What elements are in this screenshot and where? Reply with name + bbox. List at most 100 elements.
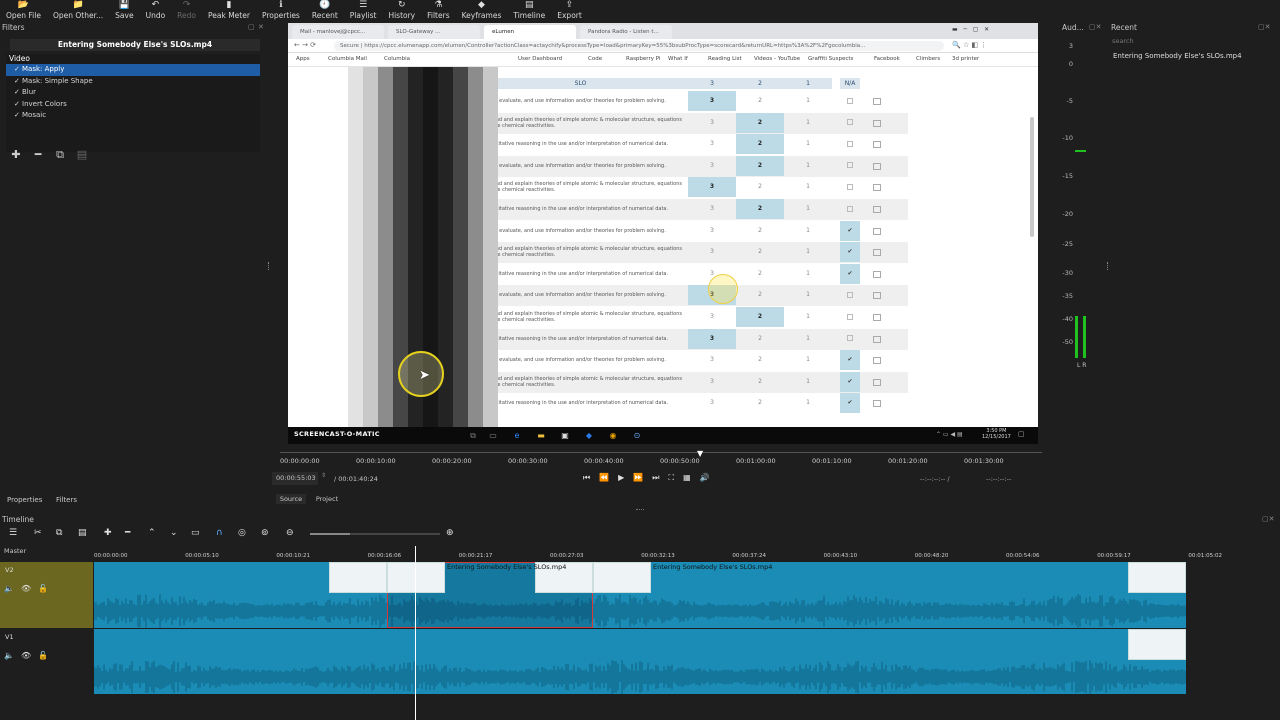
note-icon[interactable]: [873, 249, 881, 257]
score-cell-2[interactable]: 2: [736, 134, 784, 155]
float-panel-icon[interactable]: ▢: [248, 23, 255, 31]
na-checkbox[interactable]: [840, 329, 860, 349]
checkbox-icon[interactable]: [847, 119, 853, 126]
remove-filter-icon[interactable]: ━: [30, 148, 46, 162]
tab-source[interactable]: Source: [276, 494, 306, 504]
volume-icon[interactable]: 🔊: [700, 473, 719, 482]
split-icon[interactable]: ▭: [191, 528, 200, 538]
cut-icon[interactable]: ✂: [34, 528, 42, 538]
score-cell-1[interactable]: 1: [784, 177, 832, 197]
filter-item[interactable]: ✓ Invert Colors: [6, 99, 260, 111]
note-icon[interactable]: [873, 270, 881, 278]
checkbox-icon[interactable]: ✓: [14, 99, 22, 111]
checkbox-icon[interactable]: ✓: [14, 64, 22, 76]
recent-search-input[interactable]: search: [1112, 37, 1276, 47]
score-cell-2[interactable]: 2: [736, 350, 784, 370]
toolbar-button-open-other[interactable]: 📁 Open Other...: [47, 0, 109, 21]
score-cell-1[interactable]: 1: [784, 91, 832, 111]
filter-item[interactable]: ✓ Mask: Apply: [6, 64, 260, 76]
na-checked-icon[interactable]: ✔: [840, 220, 860, 241]
note-icon[interactable]: [873, 400, 881, 408]
remove-icon[interactable]: ━: [125, 528, 130, 538]
score-cell-2[interactable]: 2: [736, 91, 784, 111]
append-icon[interactable]: ✚: [104, 528, 112, 538]
lift-icon[interactable]: ⌃: [148, 528, 156, 538]
score-cell-3[interactable]: 3: [688, 177, 736, 198]
score-cell-2[interactable]: 2: [736, 177, 784, 197]
score-cell-1[interactable]: 1: [784, 156, 832, 176]
zoom-in-icon[interactable]: ⊕: [446, 528, 454, 538]
splitter-handle[interactable]: [1107, 262, 1109, 270]
checkbox-icon[interactable]: [847, 335, 853, 342]
na-checkbox[interactable]: [840, 91, 860, 111]
note-icon[interactable]: [873, 162, 881, 170]
toolbar-button-properties[interactable]: ℹ Properties: [256, 0, 306, 21]
score-cell-2[interactable]: 2: [736, 242, 784, 262]
score-cell-2[interactable]: 2: [736, 372, 784, 392]
play-icon[interactable]: ▶: [618, 473, 633, 482]
score-cell-3[interactable]: 3: [688, 134, 736, 154]
close-panel-icon[interactable]: ▢✕: [1258, 23, 1270, 31]
paste-filters-icon[interactable]: ▤: [74, 148, 90, 162]
score-cell-3[interactable]: 3: [688, 199, 736, 219]
mute-icon[interactable]: 🔈: [4, 651, 21, 660]
na-checkbox[interactable]: [840, 113, 860, 133]
note-icon[interactable]: [873, 206, 881, 213]
grid-icon[interactable]: ▦: [683, 473, 700, 482]
checkbox-icon[interactable]: ✓: [14, 87, 22, 99]
toolbar-button-keyframes[interactable]: ◆ Keyframes: [456, 0, 508, 21]
na-checkbox[interactable]: [840, 156, 860, 176]
score-cell-2[interactable]: 2: [736, 112, 784, 133]
score-cell-3[interactable]: 3: [688, 307, 736, 327]
filter-item[interactable]: ✓ Mask: Simple Shape: [6, 76, 260, 88]
score-cell-1[interactable]: 1: [784, 221, 832, 241]
filter-item[interactable]: ✓ Blur: [6, 87, 260, 99]
score-cell-1[interactable]: 1: [784, 264, 832, 284]
track-header-v2[interactable]: V2 🔈👁🔓: [0, 562, 93, 628]
na-checkbox[interactable]: [840, 285, 860, 305]
toolbar-button-export[interactable]: ⇪ Export: [551, 0, 588, 21]
note-icon[interactable]: [873, 292, 881, 300]
tab-project[interactable]: Project: [312, 494, 342, 504]
toolbar-button-open-file[interactable]: 📂 Open File: [0, 0, 47, 21]
score-cell-3[interactable]: 3: [688, 372, 736, 392]
note-icon[interactable]: [873, 378, 881, 386]
spinner-icon[interactable]: ⇕: [321, 472, 326, 479]
na-checked-icon[interactable]: ✔: [840, 242, 860, 263]
lock-icon[interactable]: 🔓: [38, 584, 55, 593]
checkbox-icon[interactable]: [847, 183, 853, 190]
toolbar-button-history[interactable]: ↻ History: [382, 0, 421, 21]
score-cell-1[interactable]: 1: [784, 242, 832, 262]
checkbox-icon[interactable]: ✓: [14, 76, 22, 88]
note-icon[interactable]: [873, 184, 881, 192]
score-cell-3[interactable]: 3: [688, 156, 736, 176]
na-checkbox[interactable]: [840, 199, 860, 219]
track-v1[interactable]: [94, 629, 1186, 694]
score-cell-1[interactable]: 1: [784, 134, 832, 154]
score-cell-1[interactable]: 1: [784, 113, 832, 133]
score-cell-2[interactable]: 2: [736, 329, 784, 349]
checkbox-icon[interactable]: [847, 140, 853, 147]
note-icon[interactable]: [873, 314, 881, 321]
score-cell-3[interactable]: 3: [688, 393, 736, 413]
note-icon[interactable]: [873, 141, 881, 149]
na-checked-icon[interactable]: ✔: [840, 350, 860, 371]
score-cell-2[interactable]: 2: [736, 155, 784, 176]
filter-item[interactable]: ✓ Mosaic: [6, 110, 260, 122]
checkbox-icon[interactable]: [847, 97, 853, 104]
overwrite-icon[interactable]: ⌄: [170, 528, 178, 538]
note-icon[interactable]: [873, 227, 881, 235]
score-cell-1[interactable]: 1: [784, 372, 832, 392]
score-cell-2[interactable]: 2: [736, 285, 784, 305]
checkbox-icon[interactable]: [847, 205, 853, 212]
close-panel-icon[interactable]: ▢✕: [1262, 515, 1274, 523]
checkbox-icon[interactable]: [847, 162, 853, 169]
ripple-icon[interactable]: ⊚: [261, 528, 269, 538]
rewind-icon[interactable]: ⏪: [599, 473, 618, 482]
page-scrollbar[interactable]: [1030, 117, 1034, 237]
toolbar-button-undo[interactable]: ↶ Undo: [140, 0, 172, 21]
copy-icon[interactable]: ⧉: [56, 528, 62, 538]
track-header-v1[interactable]: V1 🔈👁🔓: [0, 629, 93, 694]
splitter-handle[interactable]: [268, 262, 270, 270]
snap-icon[interactable]: ∩: [216, 528, 223, 538]
